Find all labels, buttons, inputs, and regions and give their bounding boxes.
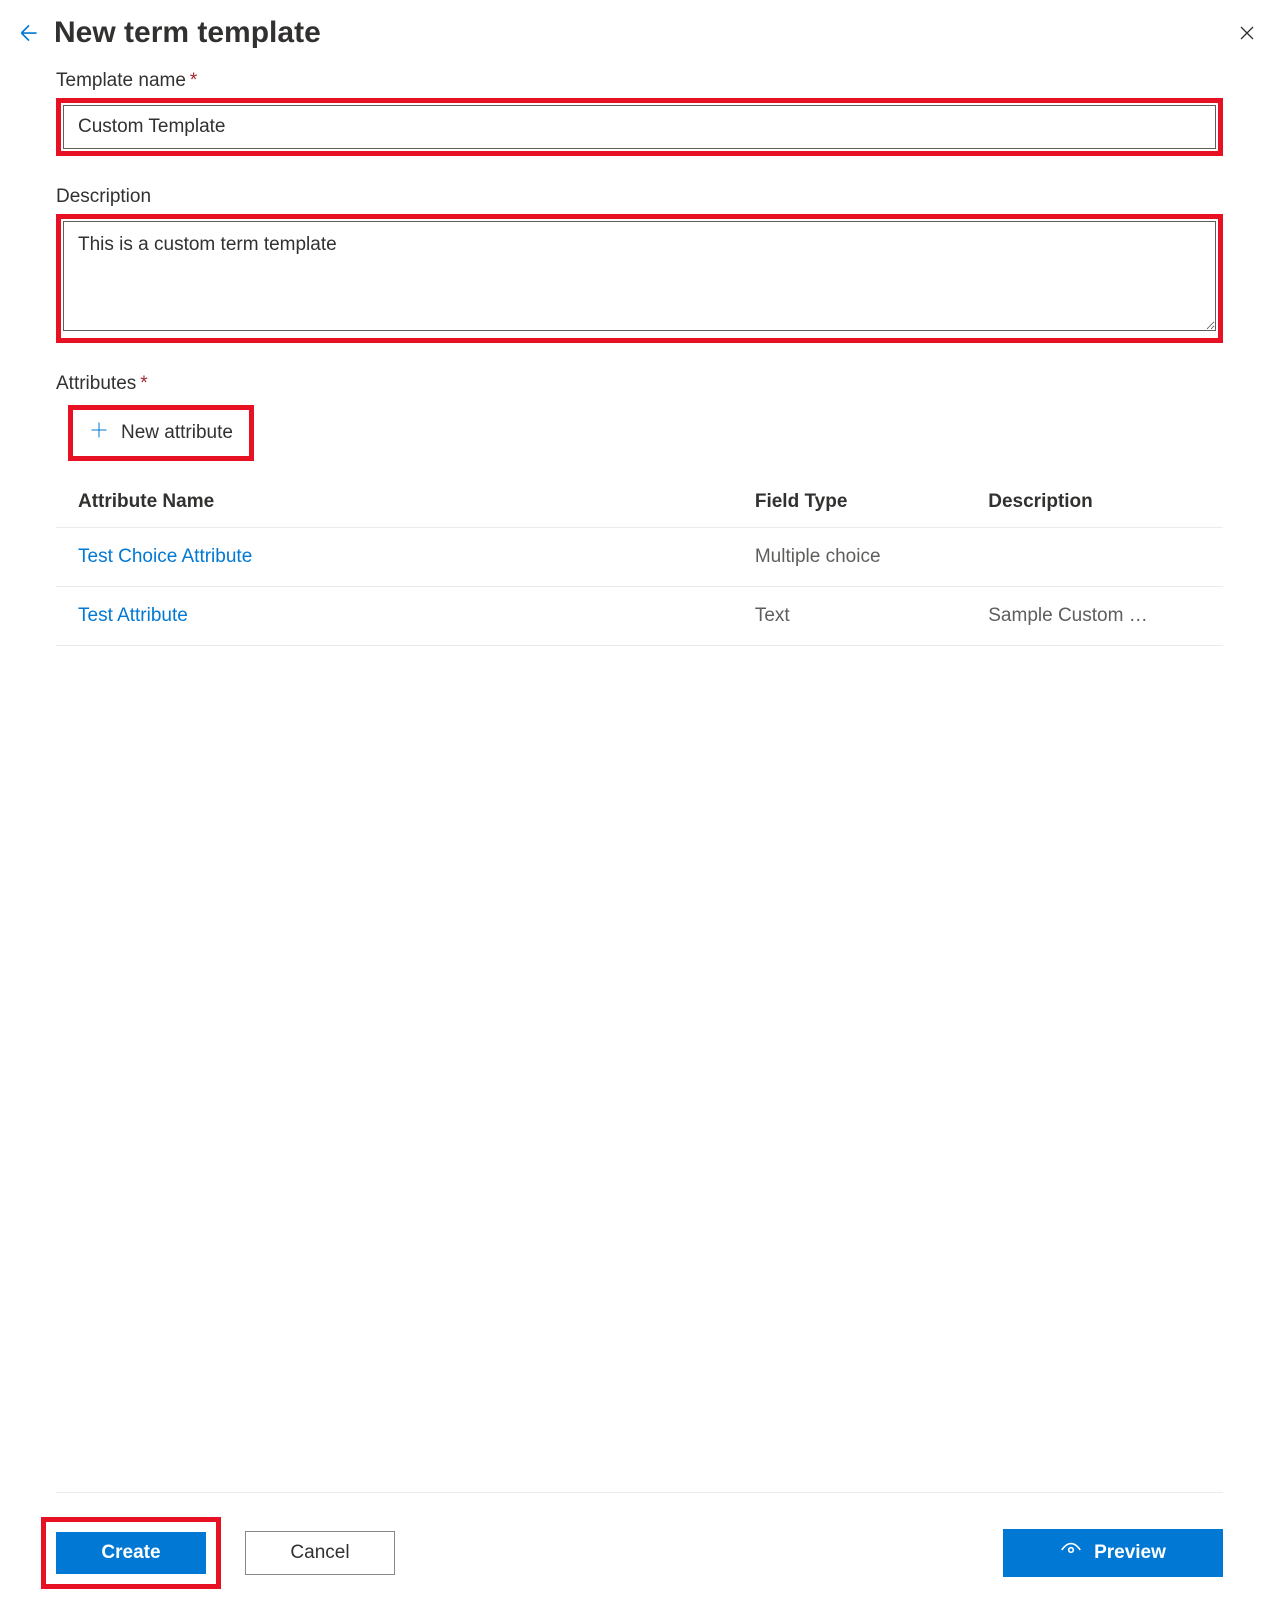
footer-divider (56, 1492, 1223, 1493)
required-asterisk: * (190, 70, 197, 91)
attribute-name-link[interactable]: Test Attribute (78, 605, 188, 626)
description-label: Description (56, 186, 1223, 208)
description-input[interactable] (63, 221, 1216, 331)
close-icon[interactable] (1235, 21, 1259, 45)
new-attribute-label: New attribute (121, 422, 233, 444)
col-header-description: Description (966, 477, 1223, 528)
col-header-type: Field Type (733, 477, 966, 528)
description-highlight (56, 214, 1223, 343)
template-name-highlight (56, 98, 1223, 156)
create-button[interactable]: Create (56, 1532, 206, 1574)
header-left: New term template (16, 16, 321, 50)
form-content: Template name* Description Attributes* N… (0, 70, 1279, 646)
create-button-highlight: Create (41, 1517, 221, 1589)
preview-label: Preview (1094, 1542, 1166, 1564)
description-group: Description (56, 186, 1223, 343)
attribute-desc-cell (966, 528, 1223, 587)
attributes-group: Attributes* New attribute Attribute Name… (56, 373, 1223, 646)
attribute-desc-cell: Sample Custom … (966, 587, 1223, 646)
back-arrow-icon[interactable] (16, 20, 42, 46)
attribute-name-link[interactable]: Test Choice Attribute (78, 546, 252, 567)
footer-buttons: Create Cancel Preview (56, 1517, 1223, 1589)
required-asterisk: * (140, 373, 147, 394)
attribute-type-cell: Multiple choice (733, 528, 966, 587)
attributes-label-text: Attributes (56, 373, 136, 394)
table-row: Test Attribute Text Sample Custom … (56, 587, 1223, 646)
footer: Create Cancel Preview (0, 1492, 1279, 1589)
template-name-input[interactable] (63, 105, 1216, 149)
table-header-row: Attribute Name Field Type Description (56, 477, 1223, 528)
attributes-label: Attributes* (56, 373, 1223, 395)
attributes-table: Attribute Name Field Type Description Te… (56, 477, 1223, 646)
footer-left: Create Cancel (56, 1517, 395, 1589)
page-title: New term template (54, 16, 321, 50)
eye-icon (1060, 1539, 1082, 1567)
col-header-name: Attribute Name (56, 477, 733, 528)
preview-button[interactable]: Preview (1003, 1529, 1223, 1577)
cancel-button[interactable]: Cancel (245, 1531, 395, 1575)
attribute-type-cell: Text (733, 587, 966, 646)
template-name-group: Template name* (56, 70, 1223, 156)
table-row: Test Choice Attribute Multiple choice (56, 528, 1223, 587)
plus-icon (89, 420, 109, 446)
new-attribute-highlight: New attribute (68, 405, 254, 461)
template-name-label-text: Template name (56, 70, 186, 91)
template-name-label: Template name* (56, 70, 1223, 92)
page-header: New term template (0, 0, 1279, 70)
new-attribute-button[interactable]: New attribute (75, 412, 247, 454)
